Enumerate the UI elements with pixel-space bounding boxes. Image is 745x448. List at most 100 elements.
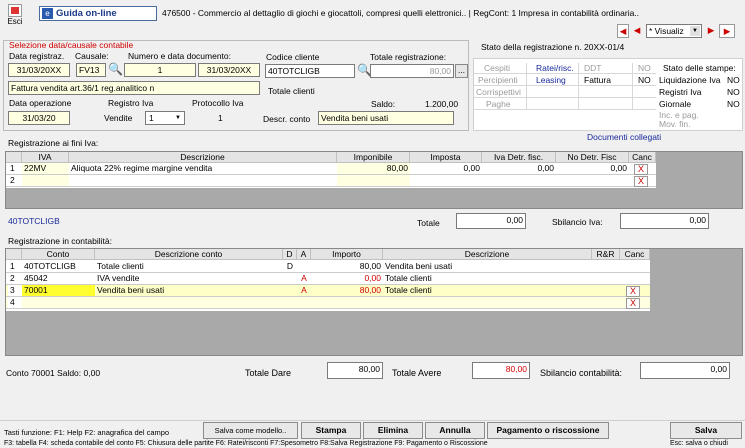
- table-row[interactable]: 4 X: [6, 297, 650, 309]
- annulla-button[interactable]: Annulla: [425, 422, 485, 439]
- iva-totale-field: 0,00: [456, 213, 526, 229]
- salva-modello-button[interactable]: Salva come modello..: [203, 422, 298, 439]
- causale-field[interactable]: FV13: [76, 63, 106, 77]
- ratei-link[interactable]: Ratei/risc.: [536, 63, 574, 73]
- contab-conto[interactable]: 45042: [22, 273, 95, 284]
- nav-prev-button[interactable]: ◀: [631, 24, 643, 38]
- data-reg-label: Data registraz.: [9, 51, 65, 61]
- contab-a[interactable]: A: [297, 273, 311, 284]
- sbilancio-label: Sbilancio contabilità:: [540, 368, 623, 378]
- iva-imponibile[interactable]: 80,00: [337, 163, 410, 174]
- contab-importo[interactable]: 80,00: [311, 261, 383, 272]
- contab-descr[interactable]: Totale clienti: [95, 261, 283, 272]
- iva-code[interactable]: 22MV: [22, 163, 69, 174]
- nav-first-button[interactable]: ◀: [617, 24, 629, 38]
- search-icon[interactable]: 🔍: [108, 62, 123, 76]
- iva-nodetr[interactable]: 0,00: [556, 163, 629, 174]
- contab-col-canc: Canc: [620, 249, 650, 260]
- stampa-button[interactable]: Stampa: [301, 422, 361, 439]
- view-select[interactable]: * Visualiz ▼: [646, 24, 702, 38]
- exit-button[interactable]: Esci: [4, 3, 26, 33]
- stampa-liquidazione: Liquidazione Iva: [659, 75, 721, 85]
- registro-select-value: 1: [149, 113, 154, 123]
- descrizione-field[interactable]: Fattura vendita art.36/1 reg.analitico n: [8, 81, 260, 95]
- numero-data-label: Numero e data documento:: [128, 51, 232, 61]
- table-row[interactable]: 3 70001 Vendita beni usati A 80,00 Total…: [6, 285, 650, 297]
- contab-importo[interactable]: 0,00: [311, 273, 383, 284]
- documenti-collegati-link[interactable]: Documenti collegati: [587, 132, 661, 142]
- contab-col-descr: Descrizione conto: [95, 249, 283, 260]
- more-button[interactable]: ...: [455, 64, 468, 78]
- iva-code[interactable]: [22, 175, 69, 186]
- exit-label: Esci: [7, 17, 23, 26]
- table-row[interactable]: 2 45042 IVA vendite A 0,00 Totale client…: [6, 273, 650, 285]
- elimina-button[interactable]: Elimina: [363, 422, 423, 439]
- data-op-label: Data operazione: [9, 98, 72, 108]
- contab-conto[interactable]: 70001: [22, 285, 95, 296]
- contab-d[interactable]: D: [283, 261, 297, 272]
- iva-detr[interactable]: 0,00: [482, 163, 556, 174]
- nav-last-button[interactable]: ▶: [719, 24, 735, 38]
- contab-descrizione[interactable]: Totale clienti: [383, 273, 592, 284]
- data-reg-field[interactable]: 31/03/20XX: [8, 63, 70, 77]
- contab-descr[interactable]: IVA vendite: [95, 273, 283, 284]
- causale-label: Causale:: [75, 51, 109, 61]
- delete-row-button[interactable]: X: [634, 176, 648, 187]
- help-online-button[interactable]: e Guida on-line: [39, 6, 157, 21]
- numero-field[interactable]: 1: [124, 63, 196, 77]
- contab-descrizione[interactable]: Vendita beni usati: [383, 261, 592, 272]
- registro-select[interactable]: 1 ▼: [145, 111, 185, 125]
- stampe-title: Stato delle stampe:: [663, 63, 736, 73]
- iva-imponibile[interactable]: [337, 175, 410, 186]
- leasing-link[interactable]: Leasing: [536, 75, 566, 85]
- contab-d[interactable]: [283, 273, 297, 284]
- nav-next-button[interactable]: ▶: [705, 24, 717, 38]
- table-row[interactable]: 1 22MV Aliquota 22% regime margine vendi…: [6, 163, 656, 175]
- iva-descr[interactable]: Aliquota 22% regime margine vendita: [69, 163, 337, 174]
- contab-col-a: A: [297, 249, 311, 260]
- delete-row-button[interactable]: X: [626, 298, 640, 309]
- cespiti-label: Cespiti: [484, 63, 510, 73]
- salva-button[interactable]: Salva: [670, 422, 742, 439]
- totale-reg-field: 80,00: [370, 64, 454, 78]
- contab-col-descrizione: Descrizione: [383, 249, 592, 260]
- table-row[interactable]: 1 40TOTCLIGB Totale clienti D 80,00 Vend…: [6, 261, 650, 273]
- codice-cliente-field[interactable]: 40TOTCLIGB: [265, 64, 355, 78]
- iva-col-detr: Iva Detr. fisc.: [482, 152, 556, 163]
- stampa-liquidazione-status: NO: [727, 75, 740, 85]
- saldo-label: Saldo:: [371, 99, 396, 109]
- row-number: 1: [10, 261, 15, 271]
- totale-dare-field: 80,00: [327, 362, 383, 379]
- iva-imposta[interactable]: 0,00: [410, 163, 482, 174]
- saldo-value: 1.200,00: [425, 99, 459, 109]
- shortcut-hints: F3: tabella F4: scheda contabile del con…: [4, 440, 488, 447]
- ddt-status: NO: [638, 63, 651, 73]
- contab-conto[interactable]: 40TOTCLIGB: [22, 261, 95, 272]
- chevron-down-icon: ▼: [175, 115, 181, 121]
- protocollo-value: 1: [218, 113, 223, 123]
- iva-col-imponibile: Imponibile: [337, 152, 410, 163]
- contab-descrizione[interactable]: Totale clienti: [383, 285, 592, 296]
- iva-col-descr: Descrizione: [69, 152, 337, 163]
- ddt-label: DDT: [584, 63, 602, 73]
- iva-sbilancio-label: Sbilancio Iva:: [552, 217, 603, 227]
- chevron-down-icon: ▼: [690, 26, 700, 36]
- contab-importo[interactable]: 80,00: [311, 285, 383, 296]
- help-online-label: Guida on-line: [56, 8, 117, 19]
- contab-descr[interactable]: Vendita beni usati: [95, 285, 283, 296]
- data-op-field[interactable]: 31/03/20: [8, 111, 70, 125]
- header-info: 476500 - Commercio al dettaglio di gioch…: [162, 8, 640, 18]
- data-doc-field[interactable]: 31/03/20XX: [198, 63, 260, 77]
- pagamento-button[interactable]: Pagamento o riscossione: [487, 422, 609, 439]
- contab-d[interactable]: [283, 285, 297, 296]
- table-row[interactable]: 2 X: [6, 175, 656, 187]
- delete-row-button[interactable]: X: [634, 164, 648, 175]
- contab-col-rr: R&R: [592, 249, 620, 260]
- view-select-value: * Visualiz: [649, 26, 684, 36]
- contab-a[interactable]: [297, 261, 311, 272]
- contab-a[interactable]: A: [297, 285, 311, 296]
- descr-conto-field[interactable]: Vendita beni usati: [318, 111, 454, 125]
- delete-row-button[interactable]: X: [626, 286, 640, 297]
- stampa-incpag: Inc. e pag. Mov. fin.: [659, 110, 699, 129]
- registro-value: Vendite: [104, 113, 133, 123]
